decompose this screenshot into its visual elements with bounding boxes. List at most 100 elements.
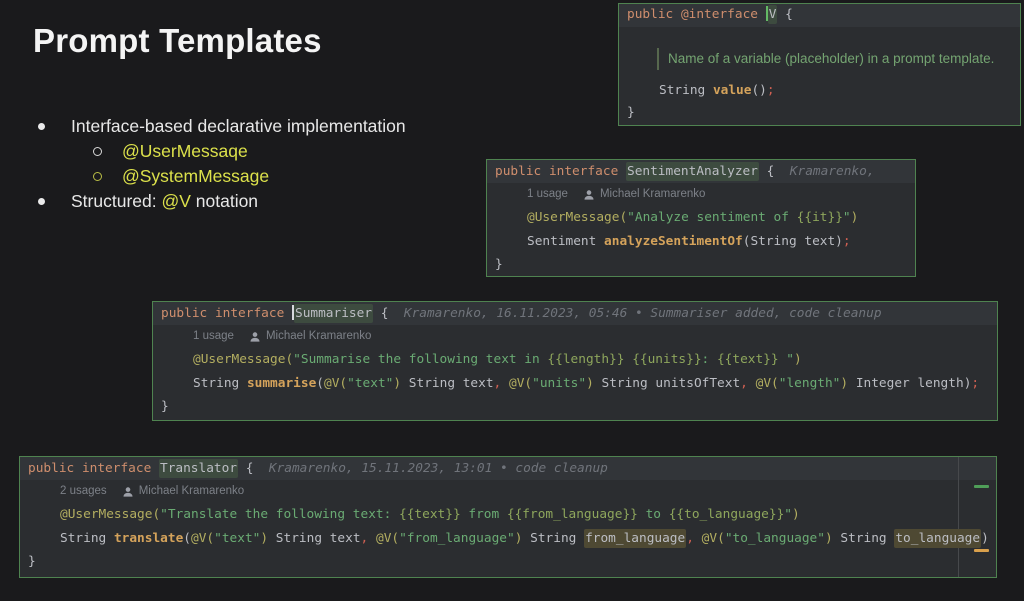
bullet-text: Structured: @V notation xyxy=(71,191,258,212)
bullet-marker xyxy=(93,147,102,156)
code-token: : xyxy=(702,352,717,367)
code-token: { xyxy=(759,164,774,179)
code-token: String xyxy=(60,531,114,546)
code-line: 1 usage Michael Kramarenko xyxy=(193,325,997,348)
usage-count: 1 usage xyxy=(193,325,234,348)
code-line: public interface SentimentAnalyzer { Kra… xyxy=(495,160,915,183)
bullet-text-run: Interface-based declarative implementati… xyxy=(71,116,406,136)
code-token: , xyxy=(686,531,694,546)
code-token: Sentiment xyxy=(527,234,604,249)
code-token: public xyxy=(495,164,549,179)
code-token: interface xyxy=(82,461,159,476)
code-token: public xyxy=(161,306,215,321)
code-token: Kramarenko, 15.11.2023, 13:01 • code cle… xyxy=(253,461,607,476)
code-line: String summarise(@V("text") String text,… xyxy=(193,372,997,395)
bullet-item: Interface-based declarative implementati… xyxy=(33,114,406,139)
usage-count: 1 usage xyxy=(527,183,568,206)
code-token: String unitsOfText xyxy=(594,376,740,391)
code-snippet-translator: public interface Translator { Kramarenko… xyxy=(19,456,997,578)
code-token: { xyxy=(777,7,792,22)
code-token xyxy=(748,376,756,391)
code-line: @UserMessage("Summarise the following te… xyxy=(193,348,997,371)
slide-title: Prompt Templates xyxy=(33,22,322,60)
code-token xyxy=(694,531,702,546)
bullet-marker xyxy=(38,198,45,205)
bullet-item: @SystemMessage xyxy=(33,164,406,189)
code-token: ( xyxy=(524,376,532,391)
code-token: ( xyxy=(152,507,160,522)
code-token: String xyxy=(193,376,247,391)
usage-count: 2 usages xyxy=(60,480,107,503)
code-token: {{length}} xyxy=(547,352,624,367)
code-token: ) xyxy=(851,210,859,225)
code-token: "Analyze sentiment of xyxy=(627,210,797,225)
code-line: Sentiment analyzeSentimentOf(String text… xyxy=(527,230,915,253)
code-token: interface xyxy=(215,306,292,321)
code-line: Name of a variable (placeholder) in a pr… xyxy=(627,47,1020,71)
code-token: ( xyxy=(391,531,399,546)
code-line: public @interface V { xyxy=(627,4,1020,26)
code-token: interface xyxy=(549,164,626,179)
code-token: @UserMessage xyxy=(193,352,285,367)
author-icon xyxy=(583,189,595,201)
code-token: String xyxy=(659,83,713,98)
code-token: " xyxy=(784,507,792,522)
code-line: public interface Summariser { Kramarenko… xyxy=(161,302,997,325)
author-name: Michael Kramarenko xyxy=(266,325,371,348)
code-token: ) xyxy=(792,507,800,522)
code-token: String text xyxy=(268,531,360,546)
code-token: @UserMessage xyxy=(60,507,152,522)
code-token: {{text}} xyxy=(399,507,461,522)
code-token: " xyxy=(843,210,851,225)
code-token: ( xyxy=(316,376,324,391)
code-token: ) xyxy=(981,531,989,546)
code-snippet-sentiment-analyzer: public interface SentimentAnalyzer { Kra… xyxy=(486,159,916,277)
code-token: Kramarenko, 16.11.2023, 05:46 • Summaris… xyxy=(388,306,881,321)
code-snippet-v-annotation: public @interface V { Name of a variable … xyxy=(618,3,1021,126)
code-token: ( xyxy=(339,376,347,391)
code-token: , xyxy=(740,376,748,391)
code-token: ) xyxy=(393,376,401,391)
code-token: } xyxy=(495,257,503,272)
code-token: "Translate the following text: xyxy=(160,507,399,522)
code-token: ( xyxy=(619,210,627,225)
bullet-text: @UserMessaqe xyxy=(122,141,248,162)
code-token: @V xyxy=(756,376,771,391)
code-token: {{to_language}} xyxy=(669,507,785,522)
code-token: "text" xyxy=(347,376,393,391)
code-token: to_language xyxy=(894,529,981,548)
code-token: Summariser xyxy=(294,304,373,323)
code-token: String xyxy=(833,531,895,546)
code-line: 2 usagesMichael Kramarenko xyxy=(60,480,996,503)
code-line: } xyxy=(627,102,1020,124)
code-token: } xyxy=(28,554,36,569)
code-token: SentimentAnalyzer xyxy=(626,162,759,181)
code-token: public xyxy=(627,7,681,22)
code-line: String translate(@V("text") String text,… xyxy=(60,527,996,550)
code-token: { xyxy=(373,306,388,321)
code-token: @V xyxy=(509,376,524,391)
bullet-text: @SystemMessage xyxy=(122,166,269,187)
code-token: } xyxy=(627,105,635,120)
code-token: ) xyxy=(260,531,268,546)
bullet-text-run: @UserMessaqe xyxy=(122,141,248,161)
code-token: ( xyxy=(183,531,191,546)
code-token: summarise xyxy=(247,376,316,391)
code-token: public xyxy=(28,461,82,476)
code-token: "from_language" xyxy=(399,531,515,546)
code-token: ( xyxy=(206,531,214,546)
author-icon xyxy=(249,331,261,343)
code-token: } xyxy=(161,399,169,414)
code-token: {{from_language}} xyxy=(507,507,638,522)
code-token: V xyxy=(768,5,778,24)
code-token: String text xyxy=(401,376,493,391)
code-line: } xyxy=(28,550,996,573)
code-token xyxy=(368,531,376,546)
code-token: "units" xyxy=(532,376,586,391)
code-token: @V xyxy=(324,376,339,391)
code-line: 1 usageMichael Kramarenko xyxy=(527,183,915,206)
code-token: @interface xyxy=(681,7,766,22)
code-token: value xyxy=(713,83,752,98)
code-line: String value(); xyxy=(659,80,1020,102)
bullet-text-run: @SystemMessage xyxy=(122,166,269,186)
